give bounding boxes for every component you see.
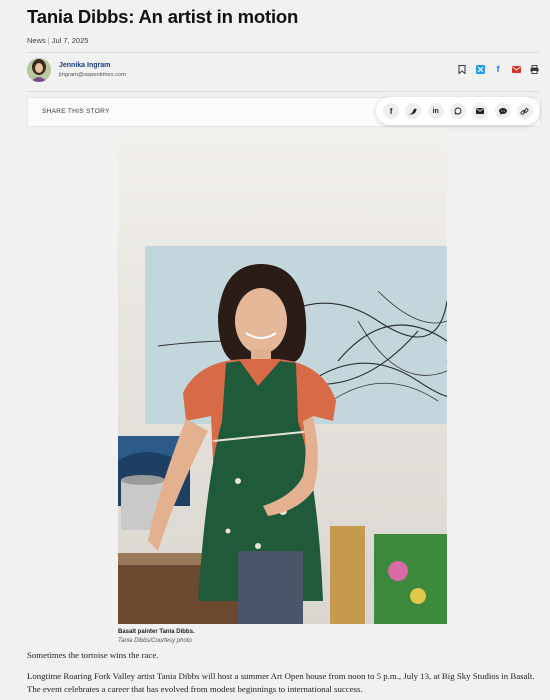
meta-separator: | xyxy=(47,36,50,45)
email-icon[interactable] xyxy=(511,64,521,74)
email-icon xyxy=(476,108,485,114)
article-meta: News | Jul 7, 2025 xyxy=(27,36,88,45)
whatsapp-icon xyxy=(454,107,462,115)
email-share-button[interactable] xyxy=(472,103,489,119)
facebook-icon: f xyxy=(389,106,393,116)
link-icon xyxy=(520,107,529,115)
author-actions: f xyxy=(457,64,539,74)
share-bar: SHARE THIS STORY f in xyxy=(27,97,541,127)
photo-illustration xyxy=(118,131,447,624)
copy-link-button[interactable] xyxy=(516,103,533,119)
article-paragraph: Sometimes the tortoise wins the race. xyxy=(27,650,159,660)
section-link[interactable]: News xyxy=(27,36,46,45)
author-block: Jennika Ingram jingram@aspentimes.com f xyxy=(27,58,539,84)
whatsapp-share-button[interactable] xyxy=(449,103,466,119)
linkedin-share-button[interactable]: in xyxy=(427,103,444,119)
twitter-share-button[interactable] xyxy=(405,103,422,119)
article-title: Tania Dibbs: An artist in motion xyxy=(27,6,299,27)
divider xyxy=(27,91,539,92)
share-buttons: f in xyxy=(376,97,540,125)
twitter-icon xyxy=(409,108,418,114)
publish-date: Jul 7, 2025 xyxy=(51,36,89,45)
facebook-icon[interactable]: f xyxy=(493,64,503,74)
twitter-icon[interactable] xyxy=(475,64,485,74)
author-avatar[interactable] xyxy=(27,58,51,82)
photo-credit: Tania Dibbs/Courtesy photo xyxy=(118,638,192,644)
photo-caption: Basalt painter Tania Dibbs. xyxy=(118,629,195,635)
author-name[interactable]: Jennika Ingram xyxy=(59,62,110,69)
sms-icon xyxy=(498,107,507,115)
linkedin-icon: in xyxy=(432,107,439,115)
sms-share-button[interactable] xyxy=(494,103,511,119)
bookmark-icon[interactable] xyxy=(457,64,467,74)
article-paragraph: Longtime Roaring Fork Valley artist Tani… xyxy=(27,671,535,694)
author-email[interactable]: jingram@aspentimes.com xyxy=(59,72,126,78)
article-photo xyxy=(118,131,447,624)
print-icon[interactable] xyxy=(529,64,539,74)
facebook-share-button[interactable]: f xyxy=(383,103,400,119)
share-label: SHARE THIS STORY xyxy=(42,108,110,115)
divider xyxy=(27,52,539,53)
article-page: Tania Dibbs: An artist in motion News | Ju… xyxy=(0,0,550,700)
